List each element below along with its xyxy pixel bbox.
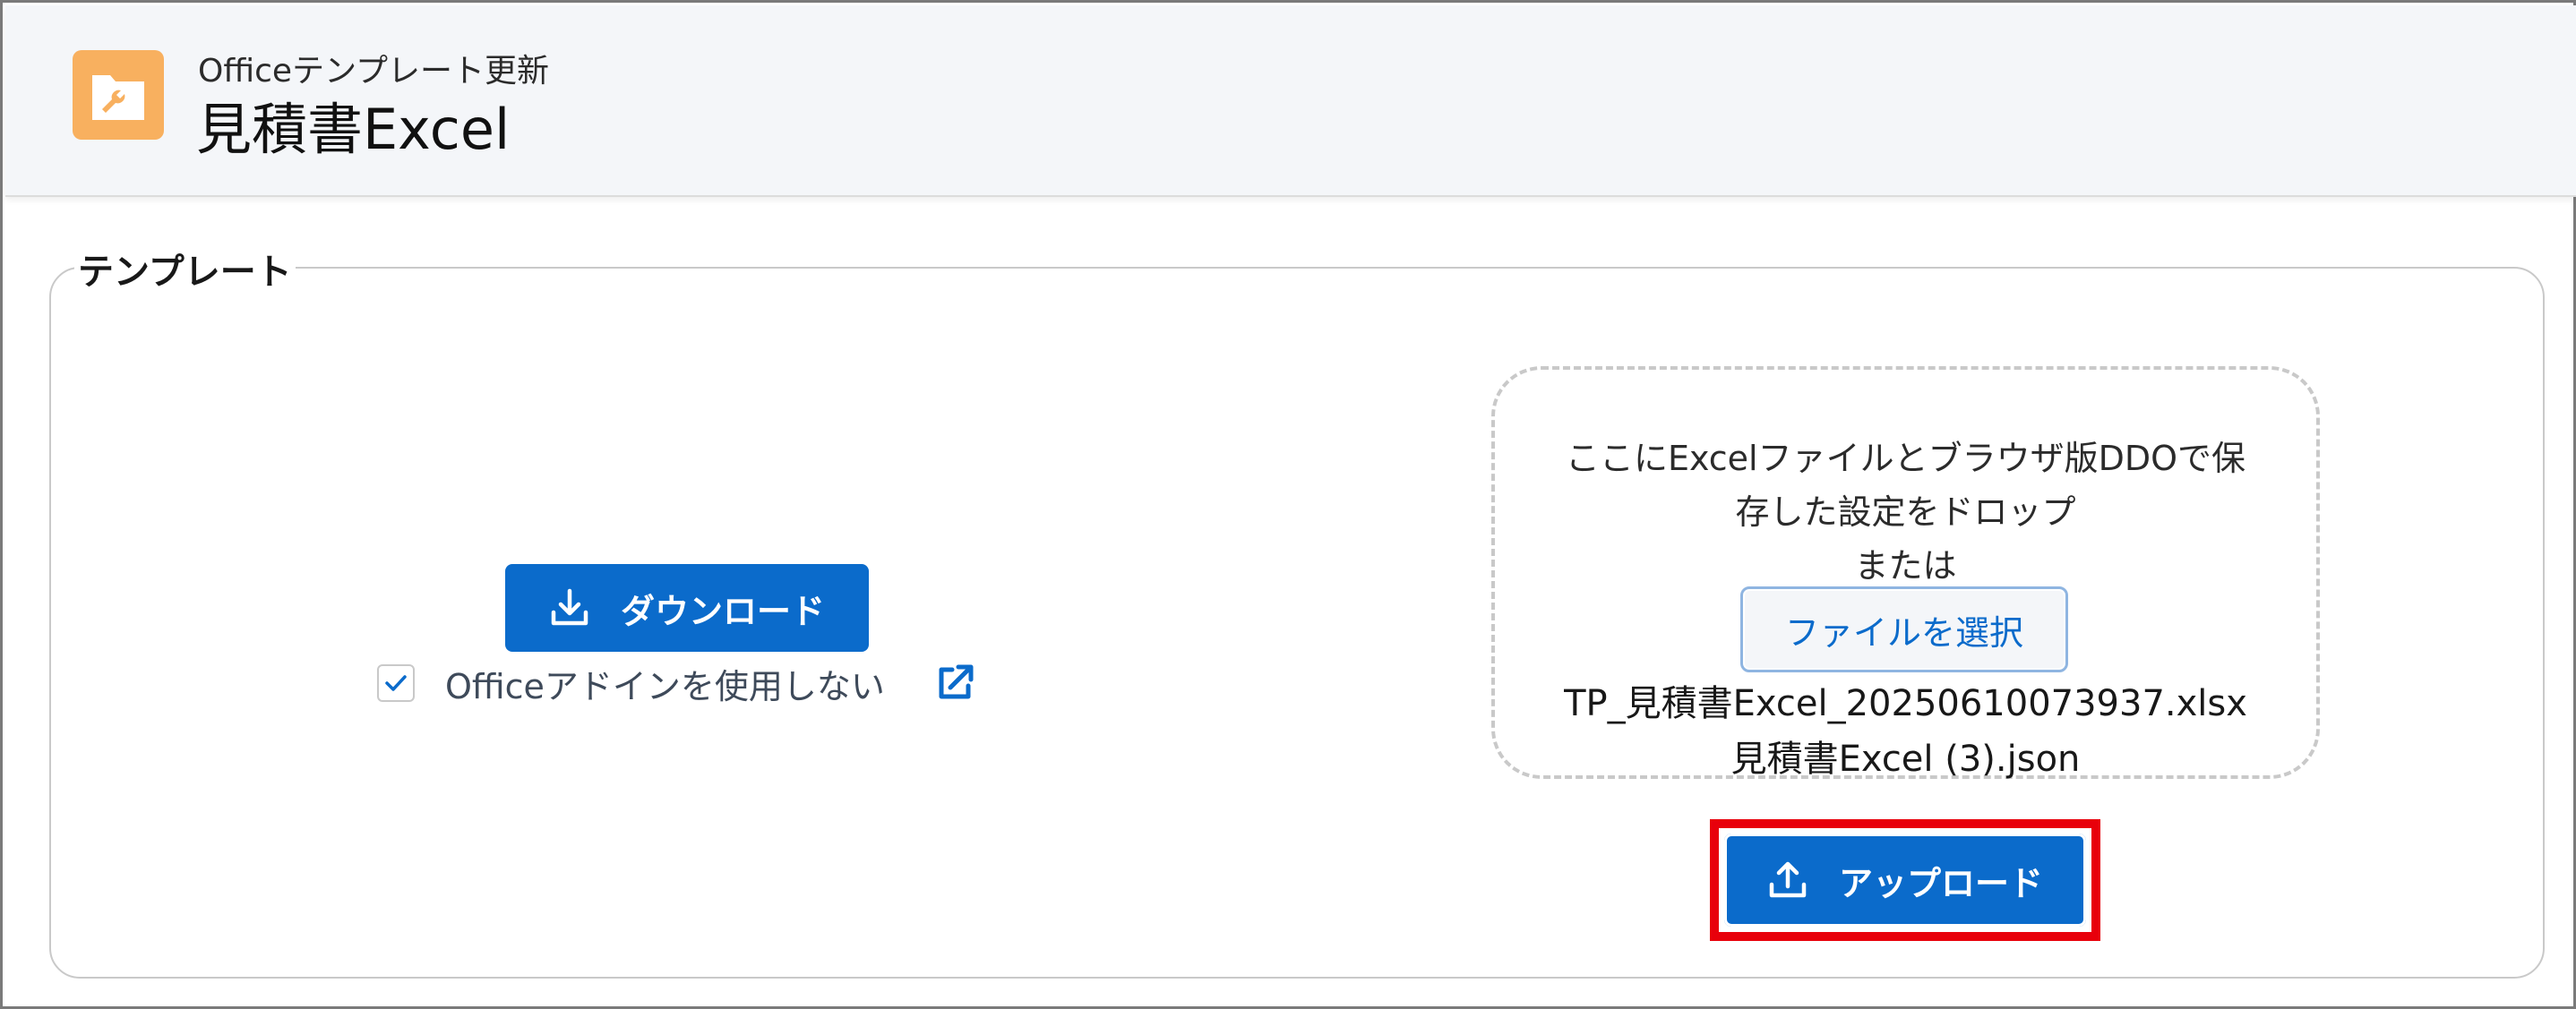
download-button-label: ダウンロード (620, 591, 825, 631)
upload-icon (1769, 861, 1807, 898)
addin-option-row: Officeアドインを使用しない (377, 658, 885, 708)
upload-button[interactable]: アップロード (1724, 834, 2086, 927)
external-link-icon[interactable] (934, 663, 975, 704)
template-legend: テンプレート (74, 243, 296, 295)
page-title: 見積書Excel (196, 97, 511, 162)
dropzone-instruction-line2: 存した設定をドロップ (1735, 492, 2076, 532)
folder-wrench-icon (73, 50, 164, 140)
dropzone-or-text: または (1854, 546, 1957, 586)
addin-checkbox[interactable] (377, 664, 415, 702)
checkmark-icon (385, 675, 407, 691)
addin-checkbox-label: Officeアドインを使用しない (445, 666, 885, 706)
upload-button-label: アップロード (1838, 863, 2043, 903)
dropzone-instruction-line1: ここにExcelファイルとブラウザ版DDOで保 (1565, 439, 2246, 478)
download-button[interactable]: ダウンロード (505, 564, 869, 652)
select-file-button[interactable]: ファイルを選択 (1740, 586, 2068, 672)
window-frame: Officeテンプレート更新 見積書Excel テンプレート ダウンロード Of… (0, 0, 2576, 1009)
selected-file-xlsx: TP_見積書Excel_20250610073937.xlsx (1564, 683, 2247, 724)
selected-file-json: 見積書Excel (3).json (1730, 739, 2081, 780)
page-header: Officeテンプレート更新 見積書Excel (5, 5, 2576, 197)
download-icon (551, 588, 588, 626)
